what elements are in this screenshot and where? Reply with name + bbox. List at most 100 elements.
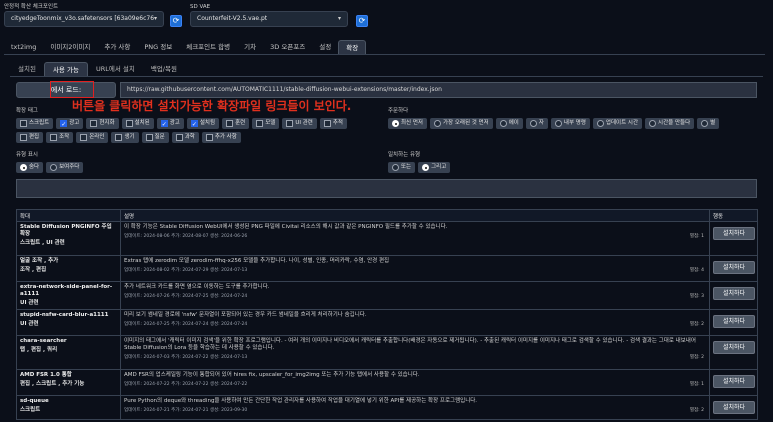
show-option[interactable]: 보여주다 [46,162,84,173]
radio-icon [50,164,58,171]
filter-chip[interactable]: 조작 [46,132,74,143]
vae-select[interactable]: Counterfeit-V2.5.vae.pt ▾ [190,11,348,27]
sub-tabs-divider [10,76,763,77]
chip-label: 또는 [401,164,412,170]
dates-text: 업데이트: 2024-07-25 추가: 2024-07-24 생성: 2024… [124,322,248,327]
table-header-row: 확대 설명 행동 [16,209,758,222]
tab-3d-openpose[interactable]: 3D 오픈포즈 [263,40,312,54]
extension-name-link[interactable]: stupid-nsfw-card-blur-a1111 [20,312,117,319]
action-cell: 설치하다 [709,309,758,336]
ext-cell: AMD FSR 1.0 통합 편집 , 스크립트 , 추가 기능 [16,369,121,396]
tab-train[interactable]: 기차 [237,40,263,54]
filter-chip[interactable]: 과학 [171,132,199,143]
hide-option[interactable]: 숨다 [16,162,44,173]
install-button[interactable]: 설치하다 [713,287,755,300]
vae-group: SD VAE Counterfeit-V2.5.vae.pt ▾ [190,3,348,27]
vae-value: Counterfeit-V2.5.vae.pt [197,15,268,22]
extension-name-link[interactable]: extra-network-side-panel-for-a1111 [20,284,117,298]
extension-dates: 업데이트: 2024-07-25 추가: 2024-07-24 생성: 2024… [124,321,706,327]
refresh-vae-button[interactable]: ⟳ [356,15,368,27]
sort-option[interactable]: 에이 [495,118,523,129]
chip-label: 별 [710,120,716,126]
extension-name-link[interactable]: sd-queue [20,398,117,405]
install-button[interactable]: 설치하다 [713,401,755,414]
match-and-option[interactable]: 그리고 [418,162,451,173]
tab-txt2img[interactable]: txt2img [4,40,43,54]
chip-label: 그리고 [431,164,447,170]
install-button[interactable]: 설치하다 [713,341,755,354]
filter-chip[interactable]: 모델 [252,118,280,129]
install-button[interactable]: 설치하다 [713,315,755,328]
match-type-group: 또는 그리고 [388,162,451,173]
stars-count: 별점: 3 [689,294,704,299]
filter-chip[interactable]: 광고 [156,118,184,130]
radio-icon [499,120,507,127]
sort-option[interactable]: 내부 명령 [550,118,590,129]
tab-png-info[interactable]: PNG 정보 [137,40,179,54]
checkbox-icon [226,120,234,127]
checkbox-checked-icon [160,119,168,130]
checkbox-icon [20,134,27,141]
table-row: Stable Diffusion PNGINFO 주입 확장 스크립트 , UI … [16,221,758,256]
filter-chip[interactable]: 설치됨 [186,118,220,130]
chip-label: 모델 [265,120,276,126]
filter-chip[interactable]: 편집 [16,132,44,143]
filter-chip[interactable]: 현지화 [86,118,119,129]
table-row: stupid-nsfw-card-blur-a1111 UI 관련 미리 보기 썸… [16,309,758,336]
sort-option[interactable]: 별 [697,118,720,129]
filter-chip[interactable]: 온라인 [76,132,109,143]
radio-icon [554,120,562,127]
subtab-installed[interactable]: 설치된 [10,62,44,76]
sort-option[interactable]: 자 [525,118,548,129]
desc-cell: 이미지의 태그에서 '캐릭터 이미지 검색'을 위한 확장 프로그램입니다. -… [120,335,710,370]
chip-label: 보여주다 [59,164,80,170]
filter-chip[interactable]: 훈련 [222,118,250,129]
search-input[interactable] [16,179,757,198]
extension-description: 미리 보기 썸네일 경로에 'nsfw' 문자열이 포함되어 있는 경우 카드 … [124,312,367,318]
extension-dates: 업데이트: 2024-07-26 추가: 2024-07-25 생성: 2024… [124,293,706,299]
tab-settings[interactable]: 설정 [312,40,338,54]
checkpoint-select[interactable]: cityedgeToonmix_v3o.safetensors [63a09e6… [4,11,164,27]
sort-option[interactable]: 최신 먼저 [388,118,427,129]
filter-chip[interactable]: 설치된 [121,118,154,129]
tab-img2img[interactable]: 이미지2이미지 [43,40,97,54]
subtab-available[interactable]: 사용 가능 [43,62,88,76]
checkpoint-group: 안정적 확산 체크포인트 cityedgeToonmix_v3o.safeten… [4,3,164,27]
desc-cell: Pure Python의 deque와 threading을 사용하여 만든 간… [120,395,710,420]
filter-chip[interactable]: 추가 사항 [201,132,241,143]
filter-chip[interactable]: UI 관련 [282,118,317,129]
stars-count: 별점: 1 [689,234,704,239]
sort-option[interactable]: 시간을 만들다 [645,118,695,129]
match-or-option[interactable]: 또는 [388,162,416,173]
extension-index-url-input[interactable]: https://raw.githubusercontent.com/AUTOMA… [120,82,757,98]
subtab-backup-restore[interactable]: 백업/복원 [143,62,185,76]
chip-label: 생기 [124,134,135,140]
extension-description: AMD FSR의 업스케일링 기능이 통합되어 있어 hires fix, up… [124,372,420,378]
subtab-install-from-url[interactable]: URL에서 설치 [88,62,143,76]
filter-chip[interactable]: 스크립트 [16,118,54,129]
extension-name-link[interactable]: 얼굴 조작 , 추가 [20,258,117,265]
extension-name-link[interactable]: chara-searcher [20,338,117,345]
filter-chip[interactable]: 광고 [56,118,84,130]
install-button[interactable]: 설치하다 [713,227,755,240]
extension-name-link[interactable]: AMD FSR 1.0 통합 [20,372,117,379]
chip-label: 온라인 [89,134,105,140]
install-button[interactable]: 설치하다 [713,375,755,388]
extension-name-link[interactable]: Stable Diffusion PNGINFO 주입 확장 [20,224,117,238]
install-button[interactable]: 설치하다 [713,261,755,274]
filter-chip[interactable]: 생기 [111,132,139,143]
vae-label: SD VAE [190,4,211,10]
refresh-checkpoint-button[interactable]: ⟳ [170,15,182,27]
extension-tags: 탭 , 편집 , 쿼리 [20,347,58,353]
chip-label: 설치된 [134,120,150,126]
chip-label: 가장 오래된 것 먼저 [443,120,489,126]
sort-option[interactable]: 업데이트 시간 [592,118,643,129]
extension-description: Pure Python의 deque와 threading을 사용하여 만든 간… [124,398,478,404]
filter-chip[interactable]: 질문 [141,132,169,143]
tab-checkpoint-merger[interactable]: 체크포인트 합병 [179,40,237,54]
sort-option[interactable]: 가장 오래된 것 먼저 [430,118,493,129]
tab-extras[interactable]: 추가 사항 [97,40,137,54]
tab-extensions[interactable]: 확장 [338,40,367,54]
checkbox-icon [125,120,133,127]
filter-chip[interactable]: 추적 [319,118,347,129]
